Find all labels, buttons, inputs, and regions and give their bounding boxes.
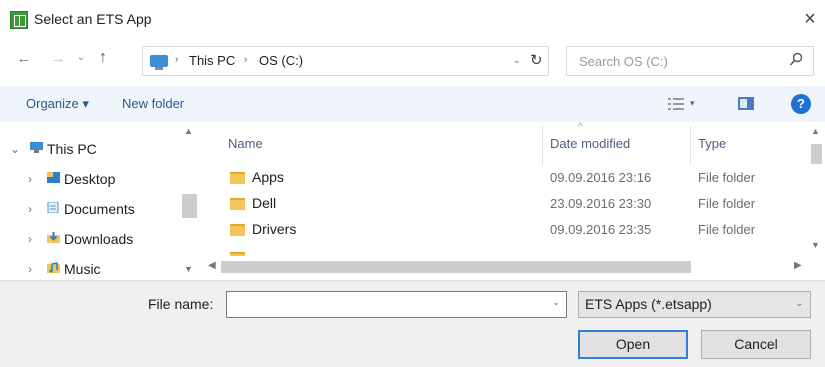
nav-item-this-pc[interactable]: ⌄ This PC — [0, 135, 180, 163]
file-type: File folder — [698, 196, 756, 211]
file-name: Drivers — [252, 221, 297, 237]
scroll-down-arrow[interactable]: ▼ — [811, 240, 820, 250]
file-name: Dell — [252, 195, 277, 211]
nav-label: Documents — [64, 201, 135, 217]
cancel-button[interactable]: Cancel — [701, 330, 811, 359]
nav-item-desktop[interactable]: › Desktop — [0, 165, 180, 193]
breadcrumb-separator[interactable]: › — [175, 54, 178, 65]
nav-item-documents[interactable]: › Documents — [0, 195, 180, 223]
navpane-scrollbar[interactable]: ▲ ▼ — [180, 122, 199, 280]
search-icon[interactable] — [789, 52, 803, 68]
preview-pane-icon[interactable] — [738, 97, 754, 110]
file-name: Apps — [252, 169, 284, 185]
scrollbar-thumb[interactable] — [811, 144, 822, 164]
file-date: 09.09.2016 23:16 — [550, 170, 652, 185]
sort-ascending-icon: ^ — [578, 122, 583, 133]
desktop-icon — [47, 172, 60, 183]
file-date: 23.09.2016 23:30 — [550, 196, 652, 211]
view-dropdown-icon[interactable]: ▾ — [690, 98, 695, 109]
search-placeholder: Search OS (C:) — [579, 54, 668, 69]
scroll-left-arrow[interactable]: ◀ — [208, 260, 216, 271]
nav-label: Desktop — [64, 171, 116, 187]
chevron-down-icon[interactable]: ⌄ — [795, 298, 803, 309]
music-icon — [47, 262, 60, 273]
file-row[interactable]: Drivers 09.09.2016 23:35 File folder — [228, 218, 810, 244]
back-button[interactable]: ← — [14, 50, 34, 67]
chevron-right-icon[interactable]: › — [28, 172, 32, 186]
scroll-up-arrow[interactable]: ▲ — [811, 126, 820, 136]
downloads-icon — [47, 232, 60, 243]
column-header-name[interactable]: Name — [228, 136, 263, 151]
open-button[interactable]: Open — [578, 330, 688, 359]
scroll-up-arrow[interactable]: ▲ — [184, 126, 193, 136]
breadcrumb-this-pc[interactable]: This PC — [189, 53, 235, 68]
file-row-partial[interactable] — [228, 246, 810, 256]
nav-item-downloads[interactable]: › Downloads — [0, 225, 180, 253]
folder-icon — [230, 198, 245, 210]
column-divider[interactable] — [542, 126, 543, 166]
file-row[interactable]: Apps 09.09.2016 23:16 File folder — [228, 166, 810, 192]
navigation-pane: ⌄ This PC › Desktop › Documents › Downlo… — [0, 122, 199, 280]
up-button[interactable]: ↑ — [94, 49, 112, 67]
file-type: File folder — [698, 170, 756, 185]
search-input[interactable]: Search OS (C:) — [566, 46, 814, 76]
chevron-right-icon[interactable]: › — [28, 202, 32, 216]
view-details-icon[interactable] — [668, 97, 684, 111]
column-header-date-modified[interactable]: Date modified — [550, 136, 630, 151]
dialog-footer: File name: ⌄ ETS Apps (*.etsapp) ⌄ Open … — [0, 280, 825, 367]
nav-label: This PC — [47, 141, 97, 157]
column-divider[interactable] — [690, 126, 691, 166]
chevron-down-icon[interactable]: ⌄ — [513, 55, 521, 66]
nav-label: Music — [64, 261, 101, 277]
filelist-horizontal-scrollbar[interactable]: ◀ ▶ — [206, 258, 808, 276]
file-type-filter-value: ETS Apps (*.etsapp) — [585, 296, 712, 312]
new-folder-button[interactable]: New folder — [122, 96, 184, 111]
column-header-type[interactable]: Type — [698, 136, 726, 151]
recent-locations-button[interactable]: ⌄ — [74, 52, 88, 63]
pc-icon — [30, 142, 43, 153]
file-type: File folder — [698, 222, 756, 237]
title-bar: Select an ETS App × — [0, 0, 825, 40]
file-name-label: File name: — [148, 296, 214, 312]
chevron-right-icon[interactable]: › — [28, 262, 32, 276]
forward-button[interactable]: → — [48, 50, 68, 67]
scroll-right-arrow[interactable]: ▶ — [794, 260, 802, 271]
file-name-input[interactable] — [226, 291, 567, 318]
scrollbar-thumb[interactable] — [221, 261, 691, 273]
file-type-filter-select[interactable]: ETS Apps (*.etsapp) ⌄ — [578, 291, 811, 318]
nav-label: Downloads — [64, 231, 134, 247]
file-date: 09.09.2016 23:35 — [550, 222, 652, 237]
folder-icon — [230, 252, 245, 256]
help-icon[interactable]: ? — [791, 94, 811, 114]
file-list: ^ Name Date modified Type Apps 09.09.201… — [206, 122, 825, 280]
pc-icon — [150, 55, 168, 70]
ets-app-icon — [10, 11, 28, 29]
folder-icon — [230, 224, 245, 236]
chevron-down-icon[interactable]: ⌄ — [10, 142, 20, 156]
filelist-vertical-scrollbar[interactable]: ▲ ▼ — [808, 122, 825, 258]
scroll-down-arrow[interactable]: ▼ — [184, 264, 193, 274]
refresh-icon[interactable]: ↻ — [530, 51, 543, 69]
close-button[interactable]: × — [798, 6, 822, 32]
organize-button[interactable]: Organize ▾ — [26, 96, 89, 112]
nav-item-music[interactable]: › Music — [0, 255, 180, 283]
breadcrumb-separator[interactable]: › — [244, 54, 247, 65]
folder-icon — [230, 172, 245, 184]
breadcrumb-os-c[interactable]: OS (C:) — [259, 53, 303, 68]
scrollbar-thumb[interactable] — [182, 194, 197, 218]
file-row[interactable]: Dell 23.09.2016 23:30 File folder — [228, 192, 810, 218]
address-bar[interactable]: › This PC › OS (C:) ⌄ ↻ — [142, 46, 549, 76]
window-title: Select an ETS App — [34, 11, 152, 27]
command-toolbar: Organize ▾ New folder ▾ ? — [0, 86, 825, 122]
chevron-right-icon[interactable]: › — [28, 232, 32, 246]
documents-icon — [47, 202, 59, 213]
